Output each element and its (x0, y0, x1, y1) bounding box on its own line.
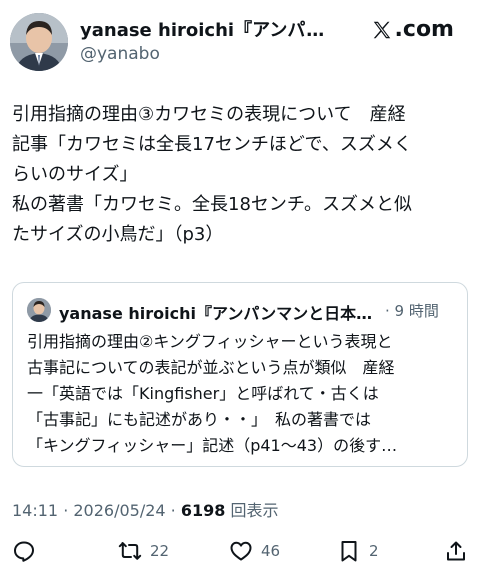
brand-text: com (402, 17, 454, 42)
reply-icon (14, 541, 34, 562)
share-icon (447, 541, 465, 561)
brand-suffix: .com (394, 17, 454, 42)
bookmark-button[interactable]: 2 (337, 538, 379, 564)
quote-time-value: 9 時間 (394, 302, 439, 320)
quote-time: · 9 時間 (385, 302, 439, 320)
post-time[interactable]: 14:11 (12, 501, 58, 520)
author-handle[interactable]: @yanabo (80, 44, 160, 64)
author-name[interactable]: yanase hiroichi『アンパンマンと日本人』 (80, 16, 340, 42)
tweet-text: 引用指摘の理由③カワセミの表現について 産経 記事「カワセミは全長17センチほど… (12, 104, 413, 245)
share-button[interactable] (444, 538, 468, 564)
bookmark-icon (341, 541, 357, 562)
views-label: 回表示 (230, 501, 279, 520)
x-brand[interactable]: .com (371, 17, 454, 42)
reply-button[interactable] (12, 538, 36, 564)
views-count: 6198 (180, 501, 226, 520)
repost-count: 22 (150, 542, 170, 560)
quoted-tweet[interactable]: yanase hiroichi『アンパンマンと日本人』 · 9 時間 引用指摘の… (12, 282, 468, 467)
quote-author-name: yanase hiroichi『アンパンマンと日本人』 (59, 304, 381, 323)
quote-avatar (27, 298, 51, 322)
repost-icon (118, 542, 142, 560)
x-logo-icon (373, 21, 390, 38)
like-button[interactable]: 46 (229, 538, 280, 564)
action-bar: 22 46 2 (0, 538, 480, 568)
bookmark-count: 2 (369, 542, 379, 560)
avatar[interactable] (10, 13, 68, 71)
like-count: 46 (261, 542, 281, 560)
heart-icon (230, 541, 252, 561)
quote-text: 引用指摘の理由②キングフィッシャーという表現と 古事記についての表記が並ぶという… (27, 332, 398, 455)
quote-avatar-image (27, 298, 51, 322)
post-date[interactable]: 2026/05/24 (73, 501, 165, 520)
repost-button[interactable]: 22 (118, 538, 169, 564)
tweet-meta: 14:11 · 2026/05/24 · 6198 回表示 (12, 501, 279, 520)
avatar-image (10, 13, 68, 71)
